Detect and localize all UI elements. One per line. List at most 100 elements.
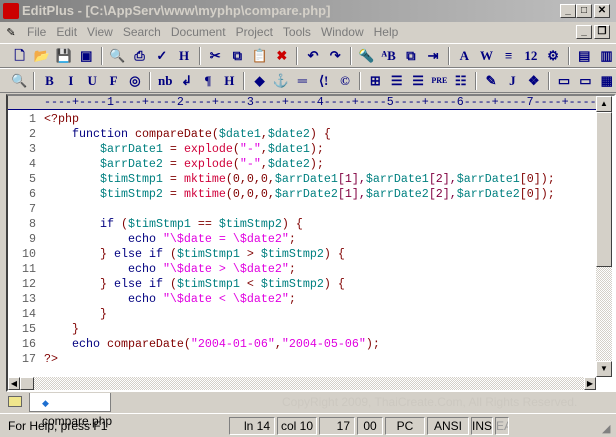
- code-line[interactable]: 10 } else if ($timStmp1 > $timStmp2) {: [8, 247, 596, 262]
- line-break-icon[interactable]: ↲: [177, 71, 195, 91]
- find-in-files-icon[interactable]: ⧉: [401, 46, 420, 66]
- folder-icon[interactable]: [8, 396, 22, 407]
- image-icon[interactable]: ◆: [250, 71, 268, 91]
- code-line[interactable]: 12 } else if ($timStmp1 < $timStmp2) {: [8, 277, 596, 292]
- editor-pane[interactable]: ----+----1----+----2----+----3----+----4…: [6, 94, 616, 392]
- cliptext-window-icon[interactable]: ▥: [597, 46, 616, 66]
- paste-icon[interactable]: 📋: [250, 46, 269, 66]
- font-tag-icon[interactable]: F: [104, 71, 122, 91]
- anchor-icon[interactable]: ⚓: [272, 71, 290, 91]
- undo-icon[interactable]: ↶: [303, 46, 322, 66]
- paragraph-icon[interactable]: ¶: [199, 71, 217, 91]
- code-line[interactable]: 6 $timStmp2 = mktime(0,0,0,$arrDate2[1],…: [8, 187, 596, 202]
- nbsp-icon[interactable]: nb: [156, 71, 174, 91]
- code-line[interactable]: 15 }: [8, 322, 596, 337]
- menu-file[interactable]: File: [22, 22, 51, 43]
- code-line[interactable]: 13 echo "\$date < \$date2";: [8, 292, 596, 307]
- code-line[interactable]: 14 }: [8, 307, 596, 322]
- menu-project[interactable]: Project: [231, 22, 278, 43]
- code-line[interactable]: 9 echo "\$date = \$date2";: [8, 232, 596, 247]
- minimize-button[interactable]: _: [560, 4, 576, 18]
- cut-icon[interactable]: ✂: [206, 46, 225, 66]
- scroll-left-button[interactable]: ◀: [8, 377, 20, 390]
- new-file-icon[interactable]: 🗋: [10, 46, 29, 66]
- word-wrap-icon[interactable]: W: [477, 46, 496, 66]
- document-icon[interactable]: ✎: [0, 23, 22, 44]
- hscroll-thumb[interactable]: [20, 377, 34, 390]
- comment-icon[interactable]: ⟨!: [314, 71, 332, 91]
- frame-icon[interactable]: ▭: [555, 71, 573, 91]
- bold-icon[interactable]: B: [40, 71, 58, 91]
- goto-line-icon[interactable]: ⇥: [423, 46, 442, 66]
- italic-icon[interactable]: I: [62, 71, 80, 91]
- scroll-right-button[interactable]: ▶: [584, 377, 596, 390]
- code-area[interactable]: 1 <?php 2 function compareDate($date1,$dat…: [8, 112, 596, 377]
- save-all-icon[interactable]: ▣: [77, 46, 96, 66]
- code-line[interactable]: 1 <?php: [8, 112, 596, 127]
- find-icon[interactable]: 🔦: [357, 46, 376, 66]
- directory-window-icon[interactable]: ▤: [575, 46, 594, 66]
- code-line[interactable]: 7: [8, 202, 596, 217]
- code-line[interactable]: 8 if ($timStmp1 == $timStmp2) {: [8, 217, 596, 232]
- javascript-icon[interactable]: J: [503, 71, 521, 91]
- code-line[interactable]: 11 echo "\$date > \$date2";: [8, 262, 596, 277]
- scroll-thumb[interactable]: [596, 112, 612, 267]
- menu-tools[interactable]: Tools: [278, 22, 316, 43]
- tab-compare-php[interactable]: ◆ compare.php: [29, 393, 112, 428]
- copyright-icon[interactable]: ©: [336, 71, 354, 91]
- objects-icon[interactable]: ❖: [525, 71, 543, 91]
- app-icon[interactable]: [3, 3, 19, 19]
- column-icon[interactable]: 12: [521, 46, 540, 66]
- maximize-button[interactable]: □: [576, 4, 592, 18]
- table-icon[interactable]: ⊞: [366, 71, 384, 91]
- resize-grip[interactable]: ◢: [602, 422, 610, 435]
- browser-view-icon[interactable]: 🔍: [10, 71, 28, 91]
- scroll-up-button[interactable]: ▲: [596, 96, 612, 112]
- code-line[interactable]: 4 $arrDate2 = explode("-",$date2);: [8, 157, 596, 172]
- code-line[interactable]: 16 echo compareDate("2004-01-06","2004-0…: [8, 337, 596, 352]
- line-number: 3: [29, 142, 36, 156]
- form-icon[interactable]: ✎: [482, 71, 500, 91]
- copy-icon[interactable]: ⧉: [228, 46, 247, 66]
- doc-minimize-button[interactable]: _: [576, 25, 592, 39]
- palette-icon[interactable]: ▦: [598, 71, 616, 91]
- list-icon[interactable]: ☷: [452, 71, 470, 91]
- menu-bar: ✎ File Edit View Search Document Project Tools W…: [0, 22, 616, 43]
- html-preview-icon[interactable]: H: [174, 46, 193, 66]
- line-number-icon[interactable]: ≡: [499, 46, 518, 66]
- menu-search[interactable]: Search: [118, 22, 166, 43]
- color-icon[interactable]: ◎: [126, 71, 144, 91]
- save-icon[interactable]: 💾: [54, 46, 73, 66]
- code-line[interactable]: 3 $arrDate1 = explode("-",$date1);: [8, 142, 596, 157]
- vertical-scrollbar[interactable]: ▲ ▼: [596, 96, 612, 377]
- code-line[interactable]: 2 function compareDate($date1,$date2) {: [8, 127, 596, 142]
- close-button[interactable]: ✕: [594, 4, 610, 18]
- code-line[interactable]: 5 $timStmp1 = mktime(0,0,0,$arrDate1[1],…: [8, 172, 596, 187]
- print-icon[interactable]: ⎙: [130, 46, 149, 66]
- open-folder-icon[interactable]: 📂: [32, 46, 51, 66]
- delete-icon[interactable]: ✖: [272, 46, 291, 66]
- print-preview-icon[interactable]: 🔍: [108, 46, 127, 66]
- code-line[interactable]: 17 ?>: [8, 352, 596, 367]
- menu-help[interactable]: Help: [369, 22, 404, 43]
- menu-edit[interactable]: Edit: [51, 22, 82, 43]
- menu-window[interactable]: Window: [316, 22, 369, 43]
- menu-view[interactable]: View: [82, 22, 118, 43]
- doc-restore-button[interactable]: ❐: [594, 25, 610, 39]
- menu-document[interactable]: Document: [166, 22, 231, 43]
- replace-icon[interactable]: ᴬB: [379, 46, 398, 66]
- horizontal-rule-icon[interactable]: ═: [293, 71, 311, 91]
- preferences-icon[interactable]: ⚙: [543, 46, 562, 66]
- pre-icon[interactable]: PRE: [430, 71, 448, 91]
- div-icon[interactable]: ▭: [576, 71, 594, 91]
- align-right-icon[interactable]: ☰: [409, 71, 427, 91]
- scroll-down-button[interactable]: ▼: [596, 361, 612, 377]
- horizontal-scrollbar[interactable]: ◀ ▶: [8, 377, 596, 390]
- center-icon[interactable]: ☰: [388, 71, 406, 91]
- underline-icon[interactable]: U: [83, 71, 101, 91]
- code-token: "2004-01-06": [190, 337, 275, 351]
- font-icon[interactable]: A: [455, 46, 474, 66]
- heading-icon[interactable]: H: [220, 71, 238, 91]
- redo-icon[interactable]: ↷: [326, 46, 345, 66]
- spellcheck-icon[interactable]: ✓: [152, 46, 171, 66]
